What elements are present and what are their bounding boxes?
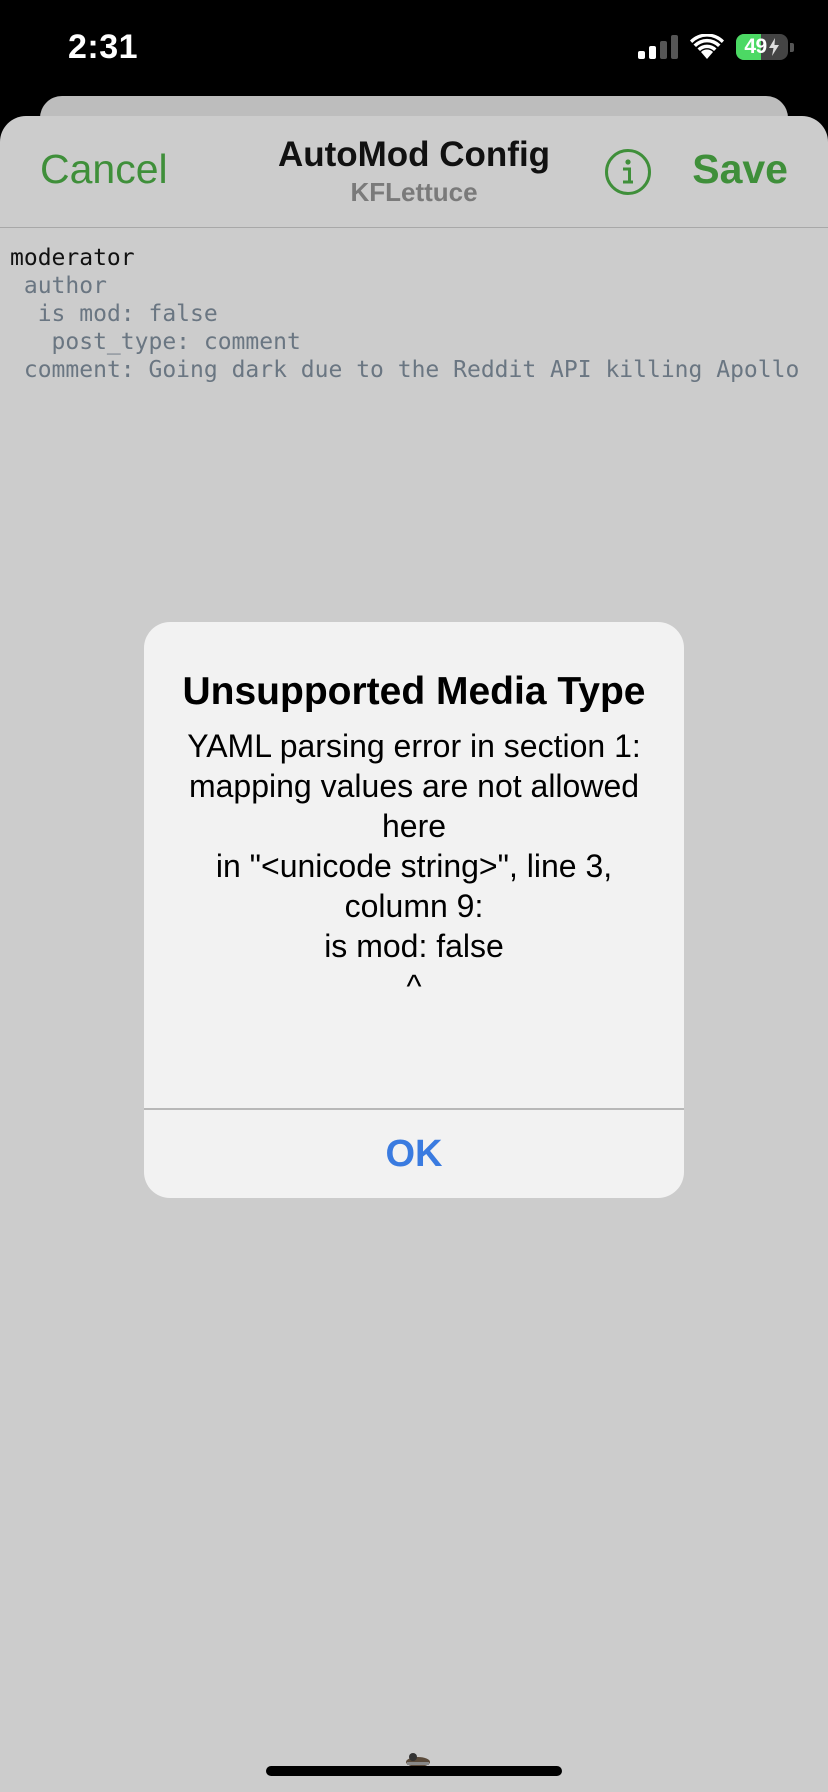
ok-button[interactable]: OK (144, 1110, 684, 1198)
alert-title: Unsupported Media Type (182, 670, 646, 713)
mascot-icon (406, 1753, 430, 1767)
alert-message: YAML parsing error in section 1: mapping… (187, 728, 641, 1004)
home-indicator[interactable] (266, 1766, 562, 1776)
error-alert-dialog: Unsupported Media Type YAML parsing erro… (144, 622, 684, 1198)
